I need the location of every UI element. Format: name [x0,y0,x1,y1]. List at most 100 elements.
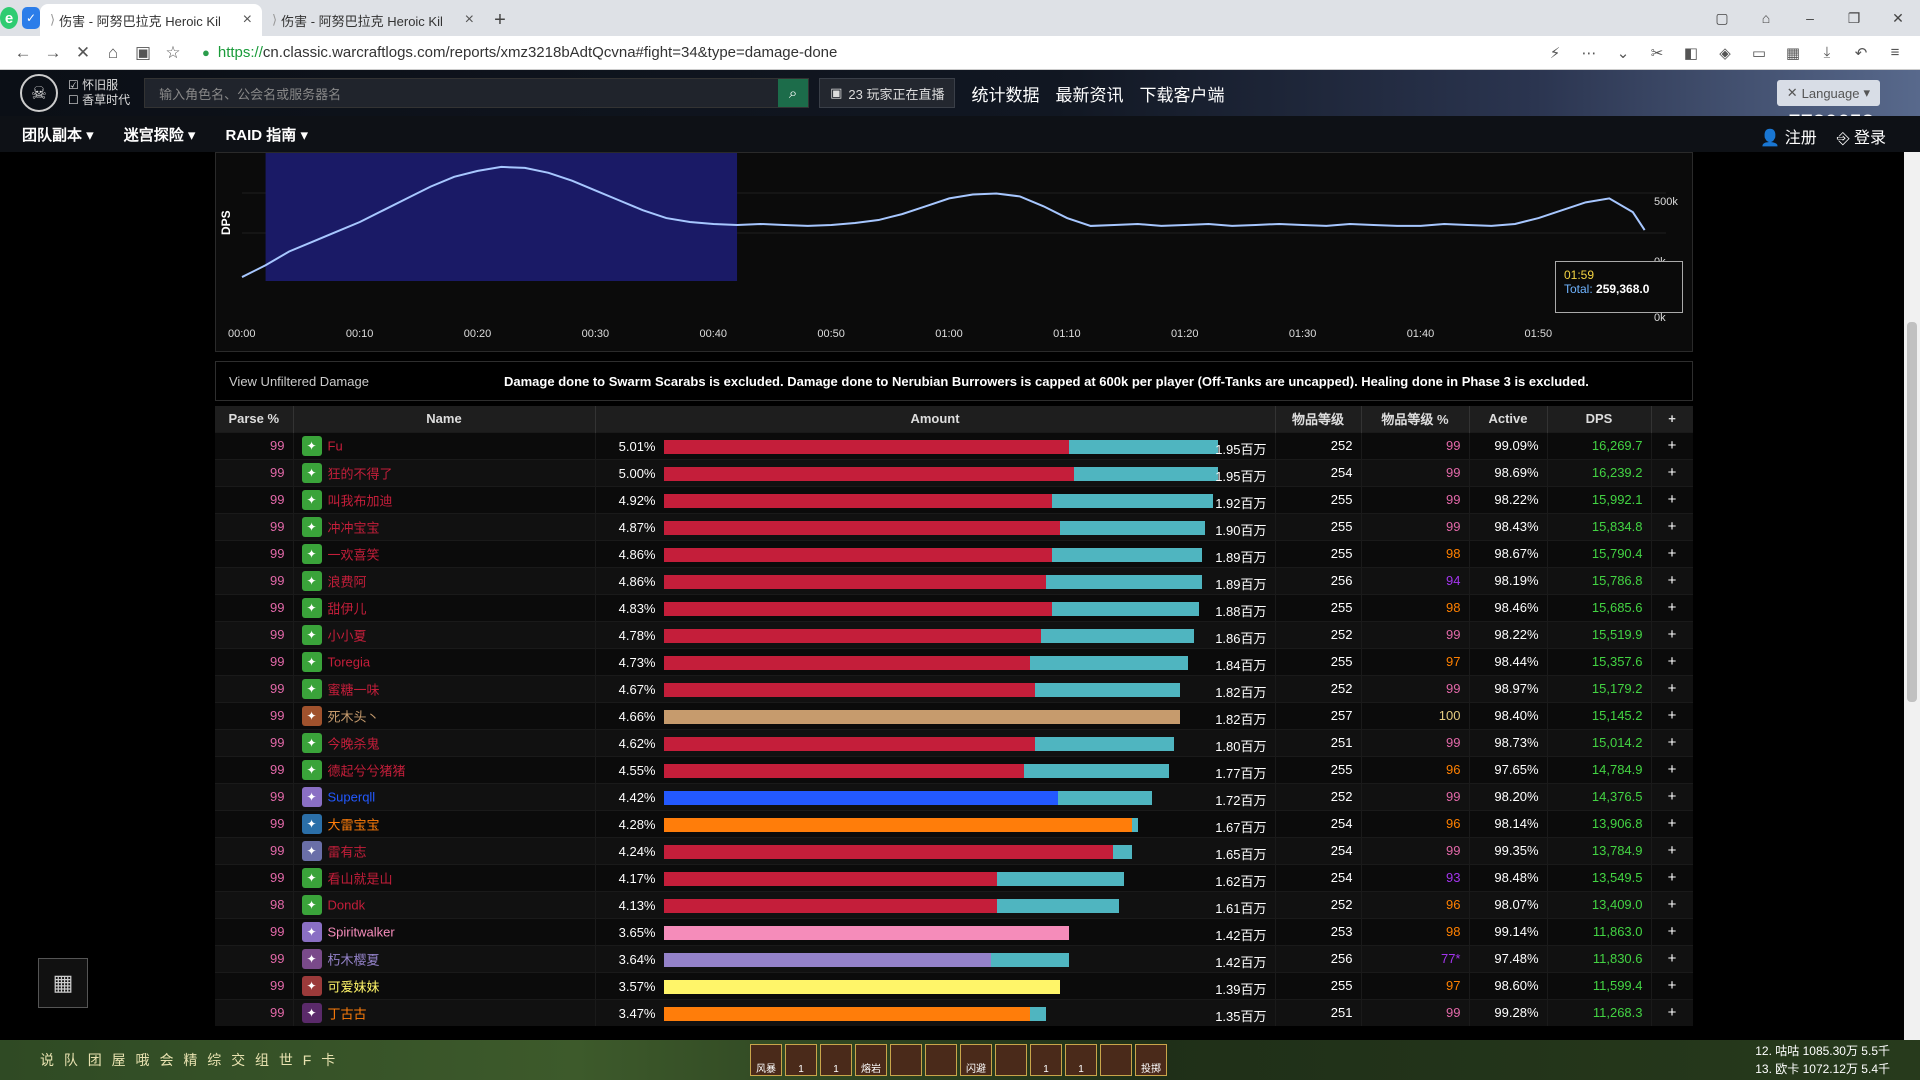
table-row[interactable]: 99 ✦ 今晚杀鬼 4.62% 1.80百万 251 99 98.73% 15,014.2 + [215,728,1693,756]
expand-button[interactable]: + [1651,917,1693,945]
table-row[interactable]: 99 ✦ 丁古古 3.47% 1.35百万 251 99 99.28% 11,268.3 + [215,998,1693,1026]
name-cell[interactable]: ✦ 雷有志 [293,836,596,864]
language-button[interactable]: ✕ Language ▾ [1776,80,1880,106]
table-row[interactable]: 99 ✦ 死木头丶 4.66% 1.82百万 257 100 98.40% 15,145.2 + [215,701,1693,729]
expand-button[interactable]: + [1651,593,1693,621]
table-row[interactable]: 99 ✦ 浪费阿 4.86% 1.89百万 256 94 98.19% 15,786.8 + [215,566,1693,594]
forward-icon[interactable]: → [38,43,68,63]
name-cell[interactable]: ✦ 大雷宝宝 [293,809,596,837]
expand-button[interactable]: + [1651,485,1693,513]
name-cell[interactable]: ✦ 可爱妹妹 [293,971,596,999]
header-name[interactable]: Name [293,406,596,432]
home-icon[interactable]: ⌂ [98,43,128,63]
name-cell[interactable]: ✦ 小小夏 [293,620,596,648]
name-cell[interactable]: ✦ 冲冲宝宝 [293,512,596,540]
table-row[interactable]: 99 ✦ 冲冲宝宝 4.87% 1.90百万 255 99 98.43% 15,834.8 + [215,512,1693,540]
player-name[interactable]: 冲冲宝宝 [328,520,380,535]
tab-close-icon[interactable]: × [465,11,474,29]
name-cell[interactable]: ✦ Superqll [293,782,596,810]
header-active[interactable]: Active [1469,406,1548,432]
page-scrollbar[interactable] [1904,152,1920,1040]
name-cell[interactable]: ✦ 今晚杀鬼 [293,728,596,756]
screen-icon[interactable]: ▭ [1744,44,1774,62]
expand-button[interactable]: + [1651,620,1693,648]
name-cell[interactable]: ✦ 叫我布加迪 [293,485,596,513]
expand-button[interactable]: + [1651,539,1693,567]
bookmark-star-icon[interactable]: ☆ [158,43,188,63]
scissors-icon[interactable]: ✂ [1642,44,1672,62]
expand-button[interactable]: + [1651,674,1693,702]
player-name[interactable]: 大雷宝宝 [328,817,380,832]
table-row[interactable]: 99 ✦ 雷有志 4.24% 1.65百万 254 99 99.35% 13,784.9 + [215,836,1693,864]
back-icon[interactable]: ← [8,43,38,63]
expand-button[interactable]: + [1651,728,1693,756]
stop-icon[interactable]: ✕ [68,43,98,63]
expand-button[interactable]: + [1651,782,1693,810]
undo-icon[interactable]: ↶ [1846,44,1876,62]
view-unfiltered-link[interactable]: View Unfiltered Damage [229,374,504,389]
qr-code-icon[interactable]: ▦ [38,958,88,1008]
name-cell[interactable]: ✦ Toregia [293,647,596,675]
extension-icon[interactable]: ◧ [1676,44,1706,62]
player-name[interactable]: 甜伊儿 [328,601,367,616]
more-icon[interactable]: ⋯ [1574,44,1604,62]
header-ilvl[interactable]: 物品等级 [1275,406,1362,432]
close-window-icon[interactable]: ✕ [1876,10,1920,27]
name-cell[interactable]: ✦ 甜伊儿 [293,593,596,621]
table-row[interactable]: 99 ✦ 可爱妹妹 3.57% 1.39百万 255 97 98.60% 11,599.4 + [215,971,1693,999]
table-row[interactable]: 98 ✦ Dondk 4.13% 1.61百万 252 96 98.07% 13,409.0 + [215,890,1693,918]
header-dps[interactable]: DPS [1547,406,1652,432]
expand-button[interactable]: + [1651,971,1693,999]
expand-button[interactable]: + [1651,863,1693,891]
live-streams-button[interactable]: ▣ 23 玩家正在直播 [819,78,956,108]
dps-graph-svg[interactable]: DPS 00:00 00:10 00:20 00:30 00:40 00:50 01:00 0… [216,153,1694,353]
register-link[interactable]: 👤 注册 [1760,124,1816,148]
download-client-link[interactable]: 下载客户端 [1139,81,1224,106]
selection-range[interactable] [265,153,738,281]
table-row[interactable]: 99 ✦ 德起兮兮猪猪 4.55% 1.77百万 255 96 97.65% 14,784.9 + [215,755,1693,783]
expand-button[interactable]: + [1651,809,1693,837]
player-name[interactable]: 狂的不得了 [328,466,393,481]
expand-button[interactable]: + [1651,890,1693,918]
new-tab-button[interactable]: + [484,4,516,36]
nav-dungeons[interactable]: 迷宫探险 ▾ [124,124,196,145]
name-cell[interactable]: ✦ 一欢喜笑 [293,539,596,567]
player-name[interactable]: 朽木樱夏 [328,952,380,967]
scroll-thumb[interactable] [1907,322,1917,702]
name-cell[interactable]: ✦ 狂的不得了 [293,458,596,486]
table-row[interactable]: 99 ✦ Spiritwalker 3.65% 1.42百万 253 98 99.14% 11,… [215,917,1693,945]
table-row[interactable]: 99 ✦ 小小夏 4.78% 1.86百万 252 99 98.22% 15,519.9 + [215,620,1693,648]
download-icon[interactable]: ⤓ [1812,44,1842,62]
nav-raid-guide[interactable]: RAID 指南 ▾ [225,124,308,145]
tab-count-icon[interactable]: ▢ [1700,10,1744,27]
player-name[interactable]: 今晚杀鬼 [328,736,380,751]
lightning-icon[interactable]: ⚡ [1540,44,1570,62]
chevron-down-icon[interactable]: ⌄ [1608,44,1638,62]
expand-button[interactable]: + [1651,998,1693,1026]
expand-button[interactable]: + [1651,431,1693,459]
name-cell[interactable]: ✦ Spiritwalker [293,917,596,945]
table-row[interactable]: 99 ✦ 甜伊儿 4.83% 1.88百万 255 98 98.46% 15,685.6 + [215,593,1693,621]
table-row[interactable]: 99 ✦ Toregia 4.73% 1.84百万 255 97 98.44% 15,357.6… [215,647,1693,675]
name-cell[interactable]: ✦ 看山就是山 [293,863,596,891]
browser-tab-active[interactable]: ⟩ 伤害 - 阿努巴拉克 Heroic Kil × [40,4,262,36]
expand-button[interactable]: + [1651,512,1693,540]
player-name[interactable]: 雷有志 [328,844,367,859]
table-row[interactable]: 99 ✦ 看山就是山 4.17% 1.62百万 254 93 98.48% 13,549.5 + [215,863,1693,891]
player-name[interactable]: 德起兮兮猪猪 [328,763,406,778]
expand-button[interactable]: + [1651,566,1693,594]
header-parse[interactable]: Parse % [215,406,294,432]
expand-button[interactable]: + [1651,944,1693,972]
player-name[interactable]: 叫我布加迪 [328,493,393,508]
table-row[interactable]: 99 ✦ 狂的不得了 5.00% 1.95百万 254 99 98.69% 16,239.2 + [215,458,1693,486]
player-name[interactable]: 小小夏 [328,628,367,643]
minimize-icon[interactable]: – [1788,10,1832,26]
table-row[interactable]: 99 ✦ 大雷宝宝 4.28% 1.67百万 254 96 98.14% 13,906.8 + [215,809,1693,837]
dps-graph[interactable]: DPS 00:00 00:10 00:20 00:30 00:40 00:50 01:00 0… [215,152,1693,352]
player-name[interactable]: 死木头丶 [328,709,380,724]
table-row[interactable]: 99 ✦ 叫我布加迪 4.92% 1.92百万 255 99 98.22% 15,992.1 + [215,485,1693,513]
name-cell[interactable]: ✦ Dondk [293,890,596,918]
warcraftlogs-logo-icon[interactable]: ☠ [20,74,58,112]
realm-option-classic[interactable]: ☑ 怀旧服 [68,78,130,93]
url-field[interactable]: ● https:// cn.classic.warcraftlogs.com/r… [202,44,1540,61]
